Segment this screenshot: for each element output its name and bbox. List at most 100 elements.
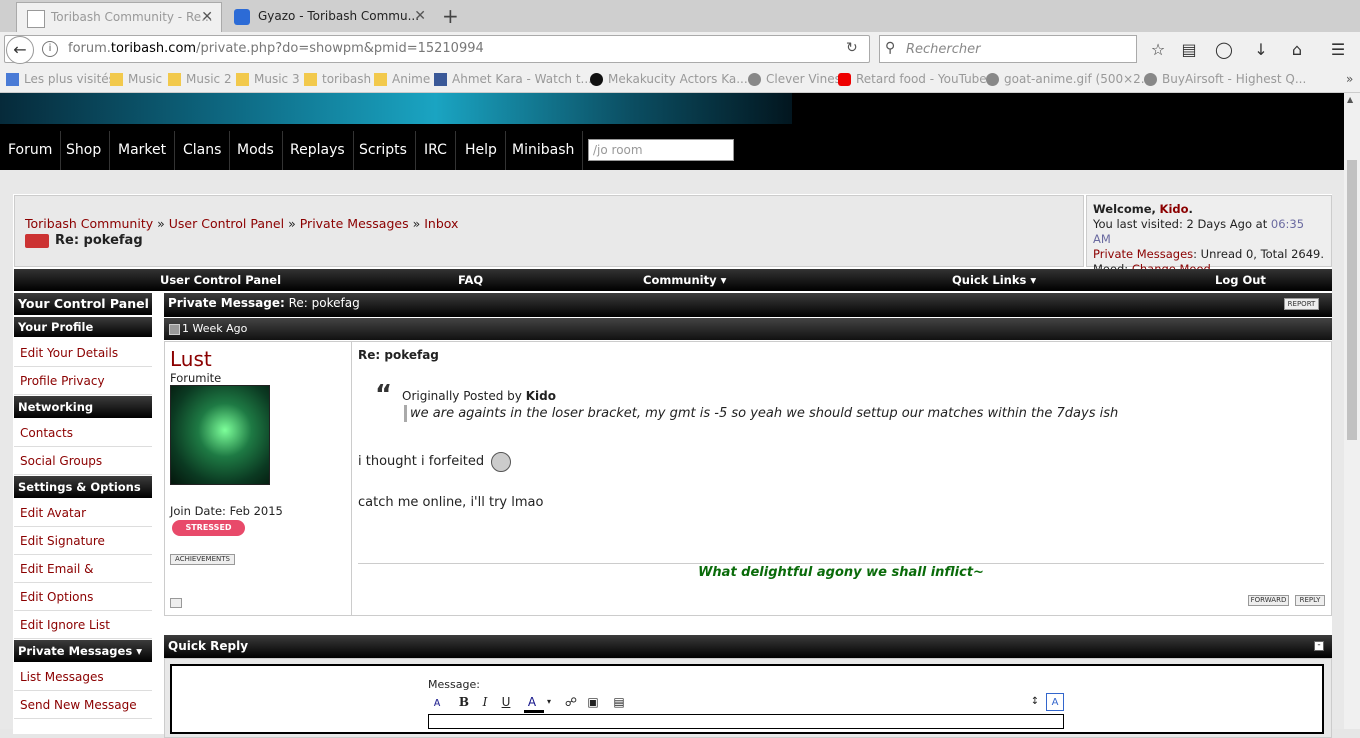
quote-icon: “ [375, 380, 393, 410]
new-tab-button[interactable]: + [442, 4, 459, 28]
sidebar-item-edit-options[interactable]: Edit Options [14, 583, 152, 611]
bookmark-folder[interactable]: Music [110, 72, 162, 86]
bold-icon[interactable]: B [455, 693, 473, 711]
nav-minibash[interactable]: Minibash [504, 131, 584, 170]
mood-badge: STRESSED [172, 520, 245, 536]
image-icon[interactable]: ▣ [584, 693, 602, 711]
underline-icon[interactable]: U [497, 693, 515, 711]
quote-insert-icon[interactable]: ▤ [610, 693, 628, 711]
breadcrumb-link[interactable]: Inbox [424, 216, 458, 231]
bookmark-folder[interactable]: Music 3 [236, 72, 300, 86]
sidebar-heading-networking: Networking [14, 396, 152, 418]
font-color-icon[interactable]: A [523, 693, 541, 711]
globe-icon [1144, 73, 1157, 86]
sidebar-item-edit-avatar[interactable]: Edit Avatar [14, 499, 152, 527]
nav-scripts[interactable]: Scripts [351, 131, 416, 170]
nav-irc[interactable]: IRC [416, 131, 456, 170]
sidebar-item-edit-signature[interactable]: Edit Signature [14, 527, 152, 555]
private-messages-link[interactable]: Private Messages [1093, 247, 1193, 261]
message-textarea[interactable] [428, 714, 1064, 729]
switch-editor-mode-icon[interactable]: A [1046, 693, 1064, 711]
ucp-link[interactable]: User Control Panel [160, 273, 281, 287]
pocket-icon[interactable]: ◯ [1212, 38, 1236, 62]
report-button[interactable]: REPORT [1284, 298, 1319, 310]
quick-reply-header [164, 635, 1332, 658]
scroll-up-icon[interactable]: ▲ [1347, 95, 1353, 104]
tab-toribash[interactable]: Toribash Community - Re... ✕ [16, 2, 222, 32]
welcome-box: Welcome, Kido. You last visited: 2 Days … [1086, 195, 1332, 276]
bookmarks-overflow-icon[interactable]: » [1346, 72, 1353, 86]
sidebar-item-profile-privacy[interactable]: Profile Privacy [14, 367, 152, 395]
close-tab-icon[interactable]: ✕ [414, 2, 426, 30]
sidebar-item-contacts[interactable]: Contacts [14, 419, 152, 447]
faq-link[interactable]: FAQ [458, 273, 483, 287]
folder-icon [304, 73, 317, 86]
achievements-button[interactable]: ACHIEVEMENTS [170, 554, 235, 565]
community-menu[interactable]: Community ▾ [643, 273, 726, 287]
bookmark-facebook[interactable]: Ahmet Kara - Watch t... [434, 72, 592, 86]
nav-forum[interactable]: Forum [0, 131, 62, 170]
breadcrumb-link[interactable]: User Control Panel [169, 216, 284, 231]
quick-links-menu[interactable]: Quick Links ▾ [952, 273, 1036, 287]
breadcrumb-link[interactable]: Toribash Community [25, 216, 153, 231]
link-icon[interactable]: ☍ [562, 693, 580, 711]
author-title: Forumite [170, 371, 222, 385]
menu-icon[interactable]: ☰ [1326, 38, 1350, 62]
nav-shop[interactable]: Shop [58, 131, 111, 170]
author-avatar[interactable] [170, 385, 270, 485]
forward-button[interactable]: FORWARD [1248, 595, 1289, 606]
breadcrumb [14, 195, 1084, 267]
bookmark-goat-anime[interactable]: goat-anime.gif (500×2... [986, 72, 1152, 86]
sidebar-item-edit-email[interactable]: Edit Email & Password [14, 555, 152, 604]
nav-help[interactable]: Help [457, 131, 506, 170]
home-icon[interactable]: ⌂ [1285, 38, 1309, 62]
sidebar-item-send-message[interactable]: Send New Message [14, 691, 152, 719]
reload-icon[interactable]: ↻ [846, 40, 858, 56]
bookmark-youtube[interactable]: Retard food - YouTube [838, 72, 987, 86]
reader-view-icon[interactable]: ▤ [1177, 38, 1201, 62]
nav-replays[interactable]: Replays [282, 131, 354, 170]
quick-reply-title: Quick Reply [168, 639, 249, 653]
chevron-down-icon[interactable]: ▾ [547, 697, 551, 706]
url-text: forum.toribash.com/private.php?do=showpm… [68, 41, 484, 56]
nav-mods[interactable]: Mods [229, 131, 283, 170]
author-name[interactable]: Lust [170, 347, 212, 371]
sidebar-item-edit-ignore-list[interactable]: Edit Ignore List [14, 611, 152, 639]
italic-icon[interactable]: I [476, 693, 494, 711]
welcome-username[interactable]: Kido [1160, 202, 1189, 216]
toribash-favicon-icon [27, 10, 45, 28]
bookmark-folder[interactable]: Music 2 [168, 72, 232, 86]
logout-link[interactable]: Log Out [1215, 273, 1266, 287]
page-title: Re: pokefag [55, 233, 143, 248]
download-icon[interactable]: ↓ [1249, 38, 1273, 62]
reply-button[interactable]: REPLY [1295, 595, 1325, 606]
bookmark-mekakucity[interactable]: Mekakucity Actors Ka... [590, 72, 748, 86]
tab-gyazo[interactable]: Gyazo - Toribash Commu... ✕ [224, 2, 434, 32]
bookmark-folder[interactable]: Anime [374, 72, 430, 86]
sidebar-item-edit-details[interactable]: Edit Your Details [14, 339, 152, 367]
nav-market[interactable]: Market [110, 131, 176, 170]
resize-icon[interactable]: ↕ [1026, 693, 1044, 711]
bookmark-buyairsoft[interactable]: BuyAirsoft - Highest Q... [1144, 72, 1306, 86]
remove-format-icon[interactable]: ᴀ [428, 693, 446, 711]
scrollbar-thumb[interactable] [1347, 160, 1357, 440]
bookmark-most-visited[interactable]: Les plus visités [6, 72, 115, 86]
room-input[interactable]: /jo room [588, 139, 734, 161]
sidebar-item-social-groups[interactable]: Social Groups [14, 447, 152, 475]
sidebar-heading-private-messages[interactable]: Private Messages ▾ [14, 640, 152, 662]
close-tab-icon[interactable]: ✕ [201, 3, 213, 31]
bookmark-clever-vines[interactable]: Clever Vines [748, 72, 841, 86]
font-color-swatch [524, 710, 544, 713]
sidebar-heading-settings: Settings & Options [14, 476, 152, 498]
bookmark-folder[interactable]: toribash [304, 72, 371, 86]
breadcrumb-link[interactable]: Private Messages [300, 216, 409, 231]
folder-icon [110, 73, 123, 86]
back-button[interactable]: ← [6, 36, 34, 64]
chevron-down-icon: ▾ [1030, 273, 1037, 287]
nav-clans[interactable]: Clans [175, 131, 231, 170]
collapse-icon[interactable]: - [1314, 641, 1324, 651]
gyazo-favicon-icon [234, 9, 250, 25]
sidebar-item-list-messages[interactable]: List Messages [14, 663, 152, 691]
site-info-icon[interactable]: i [42, 41, 58, 57]
bookmark-star-icon[interactable]: ☆ [1146, 38, 1170, 62]
